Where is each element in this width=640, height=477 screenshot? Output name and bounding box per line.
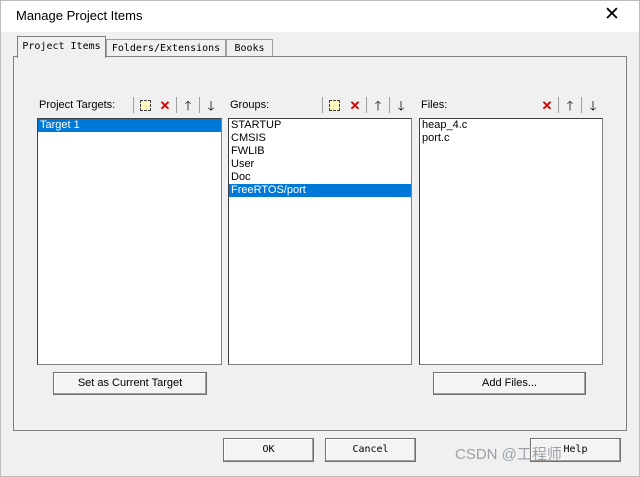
- targets-list[interactable]: Target 1: [37, 118, 222, 365]
- toolbar-separator: [366, 97, 367, 113]
- set-current-target-button[interactable]: Set as Current Target: [53, 372, 207, 395]
- watermark: CSDN @工程师: [455, 446, 562, 463]
- groups-header: Groups: ✕ 🡑 🡓: [228, 95, 412, 115]
- cancel-button[interactable]: Cancel: [325, 438, 416, 462]
- add-files-button[interactable]: Add Files...: [433, 372, 586, 395]
- list-item-group[interactable]: User: [229, 158, 411, 171]
- title-bar: Manage Project Items ✕: [0, 0, 640, 32]
- window-title: Manage Project Items: [16, 8, 143, 23]
- toolbar-separator: [133, 97, 134, 113]
- list-item-file[interactable]: heap_4.c: [420, 119, 602, 132]
- targets-label: Project Targets:: [39, 99, 116, 111]
- move-up-icon[interactable]: 🡑: [178, 95, 198, 114]
- toolbar-separator: [322, 97, 323, 113]
- delete-icon[interactable]: ✕: [345, 95, 365, 114]
- new-icon[interactable]: [135, 95, 155, 114]
- move-up-icon[interactable]: 🡑: [368, 95, 388, 114]
- list-item-group-selected[interactable]: FreeRTOS/port: [229, 184, 411, 197]
- tab-project-items[interactable]: Project Items: [17, 36, 106, 58]
- ok-button[interactable]: OK: [223, 438, 314, 462]
- toolbar-separator: [558, 97, 559, 113]
- list-item-file[interactable]: port.c: [420, 132, 602, 145]
- list-item-target-1[interactable]: Target 1: [38, 119, 221, 132]
- move-down-icon[interactable]: 🡓: [583, 95, 603, 114]
- delete-icon[interactable]: ✕: [537, 95, 557, 114]
- files-label: Files:: [421, 99, 448, 111]
- tab-folders-extensions[interactable]: Folders/Extensions: [106, 39, 226, 56]
- close-icon[interactable]: ✕: [600, 3, 624, 27]
- groups-list[interactable]: STARTUP CMSIS FWLIB User Doc FreeRTOS/po…: [228, 118, 412, 365]
- move-up-icon[interactable]: 🡑: [560, 95, 580, 114]
- toolbar-separator: [389, 97, 390, 113]
- files-header: Files: ✕ 🡑 🡓: [419, 95, 603, 115]
- targets-header: Project Targets: ✕ 🡑 🡓: [37, 95, 222, 115]
- toolbar-separator: [176, 97, 177, 113]
- move-down-icon[interactable]: 🡓: [391, 95, 411, 114]
- move-down-icon[interactable]: 🡓: [201, 95, 221, 114]
- delete-icon[interactable]: ✕: [155, 95, 175, 114]
- files-list[interactable]: heap_4.c port.c: [419, 118, 603, 365]
- new-icon[interactable]: [324, 95, 344, 114]
- toolbar-separator: [199, 97, 200, 113]
- list-item-group[interactable]: FWLIB: [229, 145, 411, 158]
- list-item-group[interactable]: STARTUP: [229, 119, 411, 132]
- list-item-group[interactable]: CMSIS: [229, 132, 411, 145]
- tab-books[interactable]: Books: [226, 39, 273, 56]
- groups-label: Groups:: [230, 99, 270, 111]
- list-item-group[interactable]: Doc: [229, 171, 411, 184]
- toolbar-separator: [581, 97, 582, 113]
